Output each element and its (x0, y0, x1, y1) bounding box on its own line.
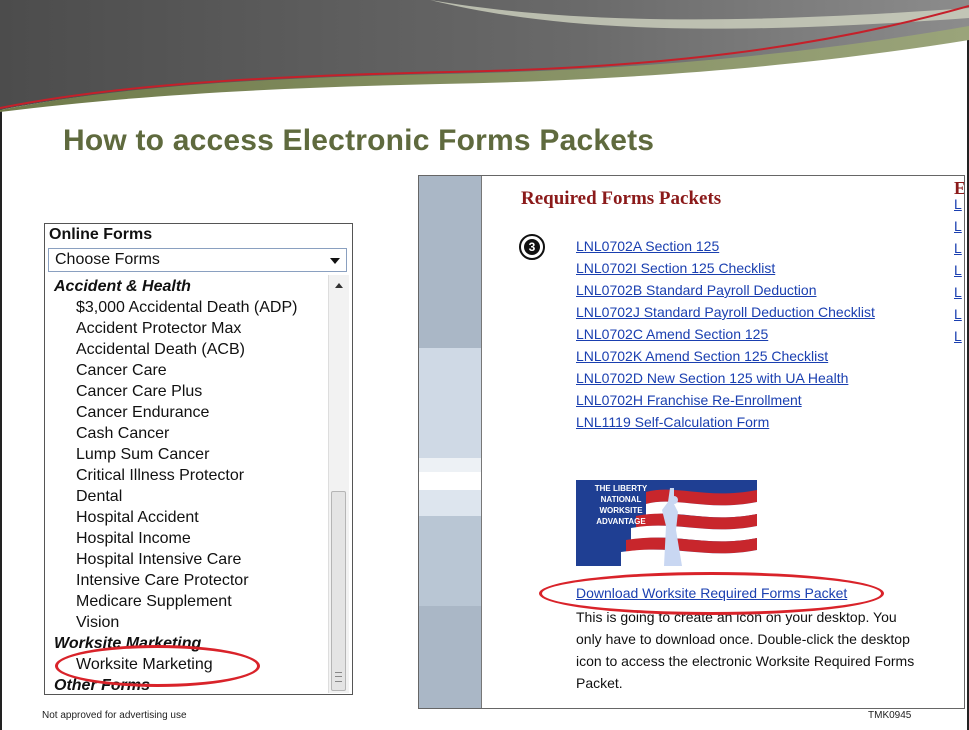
packet-link[interactable]: LNL0702K Amend Section 125 Checklist (576, 348, 828, 364)
right-column-link[interactable]: L (954, 328, 962, 344)
side-navigation-strip (419, 176, 481, 708)
strip-band (419, 516, 481, 606)
logo-text: THE LIBERTY NATIONAL WORKSITE ADVANTAGE (576, 483, 666, 527)
forms-scrollbar[interactable] (328, 275, 349, 693)
forms-list[interactable]: Accident & Health $3,000 Accidental Deat… (48, 275, 328, 693)
highlight-ellipse-worksite-marketing (55, 645, 260, 687)
choose-forms-value: Choose Forms (55, 251, 160, 268)
packet-link[interactable]: LNL0702B Standard Payroll Deduction (576, 282, 817, 298)
form-item[interactable]: Dental (76, 488, 122, 506)
packet-link[interactable]: LNL1119 Self-Calculation Form (576, 414, 769, 430)
packet-link[interactable]: LNL0702I Section 125 Checklist (576, 260, 775, 276)
logo-line: ADVANTAGE (596, 517, 646, 526)
scroll-up-icon[interactable] (335, 283, 343, 288)
form-item[interactable]: Critical Illness Protector (76, 467, 244, 485)
online-forms-heading: Online Forms (49, 226, 153, 243)
required-forms-title: Required Forms Packets (521, 188, 722, 209)
required-forms-screenshot: Required Forms Packets 3 LNL0702A Sectio… (418, 175, 965, 709)
step-number: 3 (524, 239, 540, 255)
group-header-accident-health: Accident & Health (54, 278, 191, 295)
footer-code: TMK0945 (868, 710, 912, 721)
strip-band (419, 490, 481, 516)
right-column-link[interactable]: L (954, 240, 962, 256)
form-item[interactable]: Cancer Care Plus (76, 383, 202, 401)
strip-divider (481, 176, 482, 708)
form-item[interactable]: Cash Cancer (76, 425, 169, 443)
right-column-link[interactable]: L (954, 196, 962, 212)
form-item[interactable]: Hospital Intensive Care (76, 551, 241, 569)
form-item[interactable]: $3,000 Accidental Death (ADP) (76, 299, 297, 317)
form-item[interactable]: Medicare Supplement (76, 593, 232, 611)
form-item[interactable]: Lump Sum Cancer (76, 446, 209, 464)
right-column-link[interactable]: L (954, 284, 962, 300)
strip-band (419, 472, 481, 490)
liberty-national-worksite-logo: THE LIBERTY NATIONAL WORKSITE ADVANTAGE (576, 480, 757, 566)
packet-link[interactable]: LNL0702D New Section 125 with UA Health (576, 370, 848, 386)
packet-link[interactable]: LNL0702A Section 125 (576, 238, 719, 254)
right-column-link[interactable]: L (954, 262, 962, 278)
online-forms-panel: Online Forms Choose Forms Accident & Hea… (44, 223, 353, 695)
packet-link[interactable]: LNL0702C Amend Section 125 (576, 326, 768, 342)
highlight-ellipse-download (539, 572, 884, 615)
form-item[interactable]: Cancer Endurance (76, 404, 209, 422)
form-item[interactable]: Intensive Care Protector (76, 572, 249, 590)
chevron-down-icon (330, 258, 340, 264)
right-column-link[interactable]: L (954, 306, 962, 322)
form-item[interactable]: Hospital Income (76, 530, 191, 548)
strip-band (419, 348, 481, 458)
logo-line: WORKSITE (599, 506, 643, 515)
form-item[interactable]: Hospital Accident (76, 509, 199, 527)
form-item[interactable]: Accident Protector Max (76, 320, 241, 338)
packet-link[interactable]: LNL0702J Standard Payroll Deduction Chec… (576, 304, 875, 320)
form-item[interactable]: Accidental Death (ACB) (76, 341, 245, 359)
grip-icon (335, 672, 342, 682)
scroll-thumb[interactable] (331, 491, 346, 691)
step-badge-icon: 3 (519, 234, 545, 260)
slide-title: How to access Electronic Forms Packets (63, 124, 655, 157)
right-column-link[interactable]: L (954, 218, 962, 234)
form-item[interactable]: Cancer Care (76, 362, 167, 380)
strip-band (419, 458, 481, 472)
logo-line: NATIONAL (600, 495, 642, 504)
header-swoosh (0, 0, 969, 112)
packet-link[interactable]: LNL0702H Franchise Re-Enrollment (576, 392, 802, 408)
footer-disclaimer: Not approved for advertising use (42, 710, 187, 721)
download-description: This is going to create an icon on your … (576, 609, 915, 691)
logo-line: THE LIBERTY (594, 484, 648, 493)
form-item[interactable]: Vision (76, 614, 119, 632)
choose-forms-select[interactable]: Choose Forms (48, 248, 347, 272)
